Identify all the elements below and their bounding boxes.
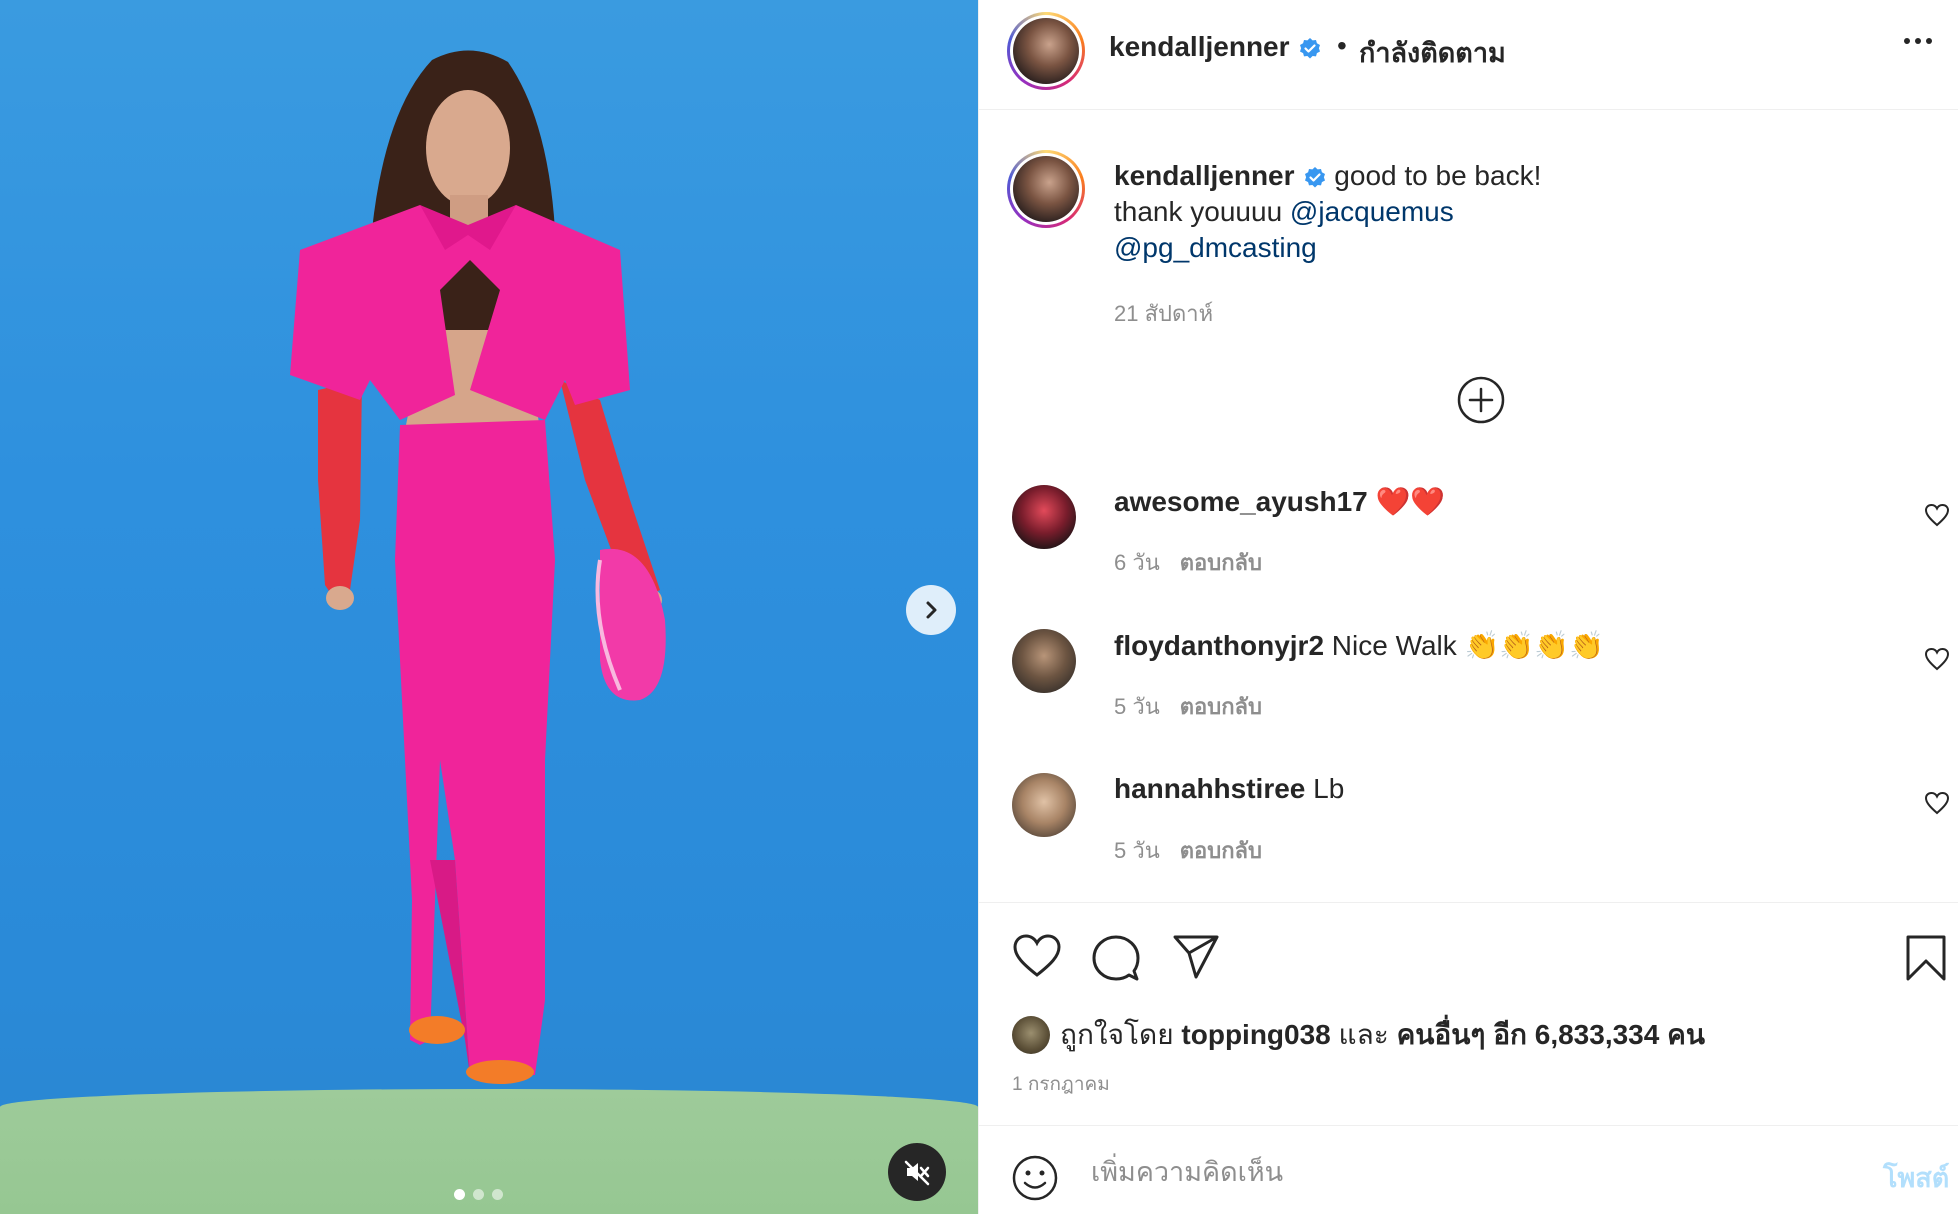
post-header: kendalljenner • กำลังติดตาม bbox=[979, 0, 1958, 110]
mention-link-pg-dmcasting[interactable]: @pg_dmcasting bbox=[1114, 232, 1317, 263]
mention-link-jacquemus[interactable]: @jacquemus bbox=[1290, 196, 1454, 227]
comment-item: floydanthonyjr2 Nice Walk 👏👏👏👏 5 วัน ตอบ… bbox=[979, 629, 1958, 739]
post-details-panel: kendalljenner • กำลังติดตาม kendalljenne… bbox=[978, 0, 1958, 1214]
liker-avatar[interactable] bbox=[1012, 1016, 1050, 1054]
commenter-avatar[interactable] bbox=[1012, 773, 1076, 837]
comment-text: Nice Walk 👏👏👏👏 bbox=[1331, 630, 1605, 661]
comment-item: awesome_ayush17 ❤️❤️ 6 วัน ตอบกลับ bbox=[979, 485, 1958, 595]
slide-dot-2 bbox=[473, 1189, 484, 1200]
comment-text: ❤️❤️ bbox=[1375, 486, 1446, 517]
post-actions: ถูกใจโดย topping038 และ คนอื่นๆ อีก 6,83… bbox=[979, 902, 1958, 1122]
mute-toggle-button[interactable] bbox=[888, 1143, 946, 1201]
comment-input[interactable] bbox=[1091, 1152, 1791, 1192]
comment-item: hannahhstiree Lb 5 วัน ตอบกลับ bbox=[979, 773, 1958, 883]
comment-body: floydanthonyjr2 Nice Walk 👏👏👏👏 bbox=[1114, 629, 1604, 662]
like-button[interactable] bbox=[1012, 933, 1062, 979]
likes-summary: ถูกใจโดย topping038 และ คนอื่นๆ อีก 6,83… bbox=[1012, 1013, 1705, 1057]
post-caption: kendalljenner good to be back! thank you… bbox=[1114, 158, 1674, 266]
commenter-avatar[interactable] bbox=[1012, 629, 1076, 693]
caption-timestamp[interactable]: 21 สัปดาห์ bbox=[1114, 296, 1213, 331]
slide-indicator bbox=[454, 1189, 503, 1200]
heart-icon[interactable] bbox=[1924, 503, 1950, 527]
author-username-text[interactable]: kendalljenner bbox=[1109, 31, 1290, 62]
chevron-right-icon bbox=[926, 601, 937, 619]
smiley-icon[interactable] bbox=[1011, 1154, 1059, 1202]
post-comment-button[interactable]: โพสต์ bbox=[1883, 1156, 1949, 1199]
speaker-muted-icon bbox=[904, 1160, 930, 1186]
post-media[interactable] bbox=[0, 0, 978, 1214]
more-options-icon[interactable] bbox=[1904, 38, 1932, 44]
author-avatar[interactable] bbox=[1007, 12, 1085, 90]
likes-conjunction: และ bbox=[1338, 1019, 1389, 1050]
reply-button[interactable]: ตอบกลับ bbox=[1180, 833, 1262, 868]
post-date[interactable]: 1 กรกฎาคม bbox=[1012, 1069, 1110, 1099]
author-username[interactable]: kendalljenner bbox=[1109, 31, 1322, 63]
comment-meta: 5 วัน ตอบกลับ bbox=[1114, 689, 1262, 724]
comment-bubble-icon[interactable] bbox=[1091, 933, 1141, 983]
bookmark-icon[interactable] bbox=[1904, 933, 1948, 983]
comment-time[interactable]: 5 วัน bbox=[1114, 833, 1160, 868]
follow-status-button[interactable]: กำลังติดตาม bbox=[1359, 31, 1506, 74]
header-separator: • bbox=[1337, 30, 1347, 61]
comment-meta: 5 วัน ตอบกลับ bbox=[1114, 833, 1262, 868]
commenter-avatar[interactable] bbox=[1012, 485, 1076, 549]
verified-badge-icon bbox=[1304, 166, 1325, 188]
comment-time[interactable]: 6 วัน bbox=[1114, 545, 1160, 580]
reply-button[interactable]: ตอบกลับ bbox=[1180, 689, 1262, 724]
likes-prefix: ถูกใจโดย bbox=[1060, 1019, 1174, 1050]
slide-dot-1 bbox=[454, 1189, 465, 1200]
caption-text-2: thank youuuu bbox=[1114, 196, 1283, 227]
comment-body: awesome_ayush17 ❤️❤️ bbox=[1114, 485, 1445, 518]
reply-button[interactable]: ตอบกลับ bbox=[1180, 545, 1262, 580]
likes-others-link[interactable]: คนอื่นๆ อีก 6,833,334 คน bbox=[1397, 1013, 1705, 1057]
comment-meta: 6 วัน ตอบกลับ bbox=[1114, 545, 1262, 580]
slide-dot-3 bbox=[492, 1189, 503, 1200]
comment-time[interactable]: 5 วัน bbox=[1114, 689, 1160, 724]
caption-text-1: good to be back! bbox=[1334, 160, 1542, 191]
paper-plane-icon[interactable] bbox=[1171, 933, 1221, 981]
heart-icon[interactable] bbox=[1924, 791, 1950, 815]
heart-icon[interactable] bbox=[1924, 647, 1950, 671]
plus-circle-icon[interactable] bbox=[1456, 375, 1506, 425]
comment-text: Lb bbox=[1313, 773, 1345, 804]
runway-model-figure bbox=[290, 50, 666, 1084]
comment-body: hannahhstiree Lb bbox=[1114, 773, 1344, 805]
commenter-username[interactable]: floydanthonyjr2 bbox=[1114, 630, 1324, 661]
caption-author-avatar[interactable] bbox=[1007, 150, 1085, 228]
liker-username[interactable]: topping038 bbox=[1181, 1019, 1330, 1051]
next-slide-button[interactable] bbox=[906, 585, 956, 635]
verified-badge-icon bbox=[1299, 37, 1320, 59]
commenter-username[interactable]: hannahhstiree bbox=[1114, 773, 1305, 804]
caption-username[interactable]: kendalljenner bbox=[1114, 160, 1295, 191]
commenter-username[interactable]: awesome_ayush17 bbox=[1114, 486, 1368, 517]
add-comment-bar: โพสต์ bbox=[979, 1125, 1958, 1214]
